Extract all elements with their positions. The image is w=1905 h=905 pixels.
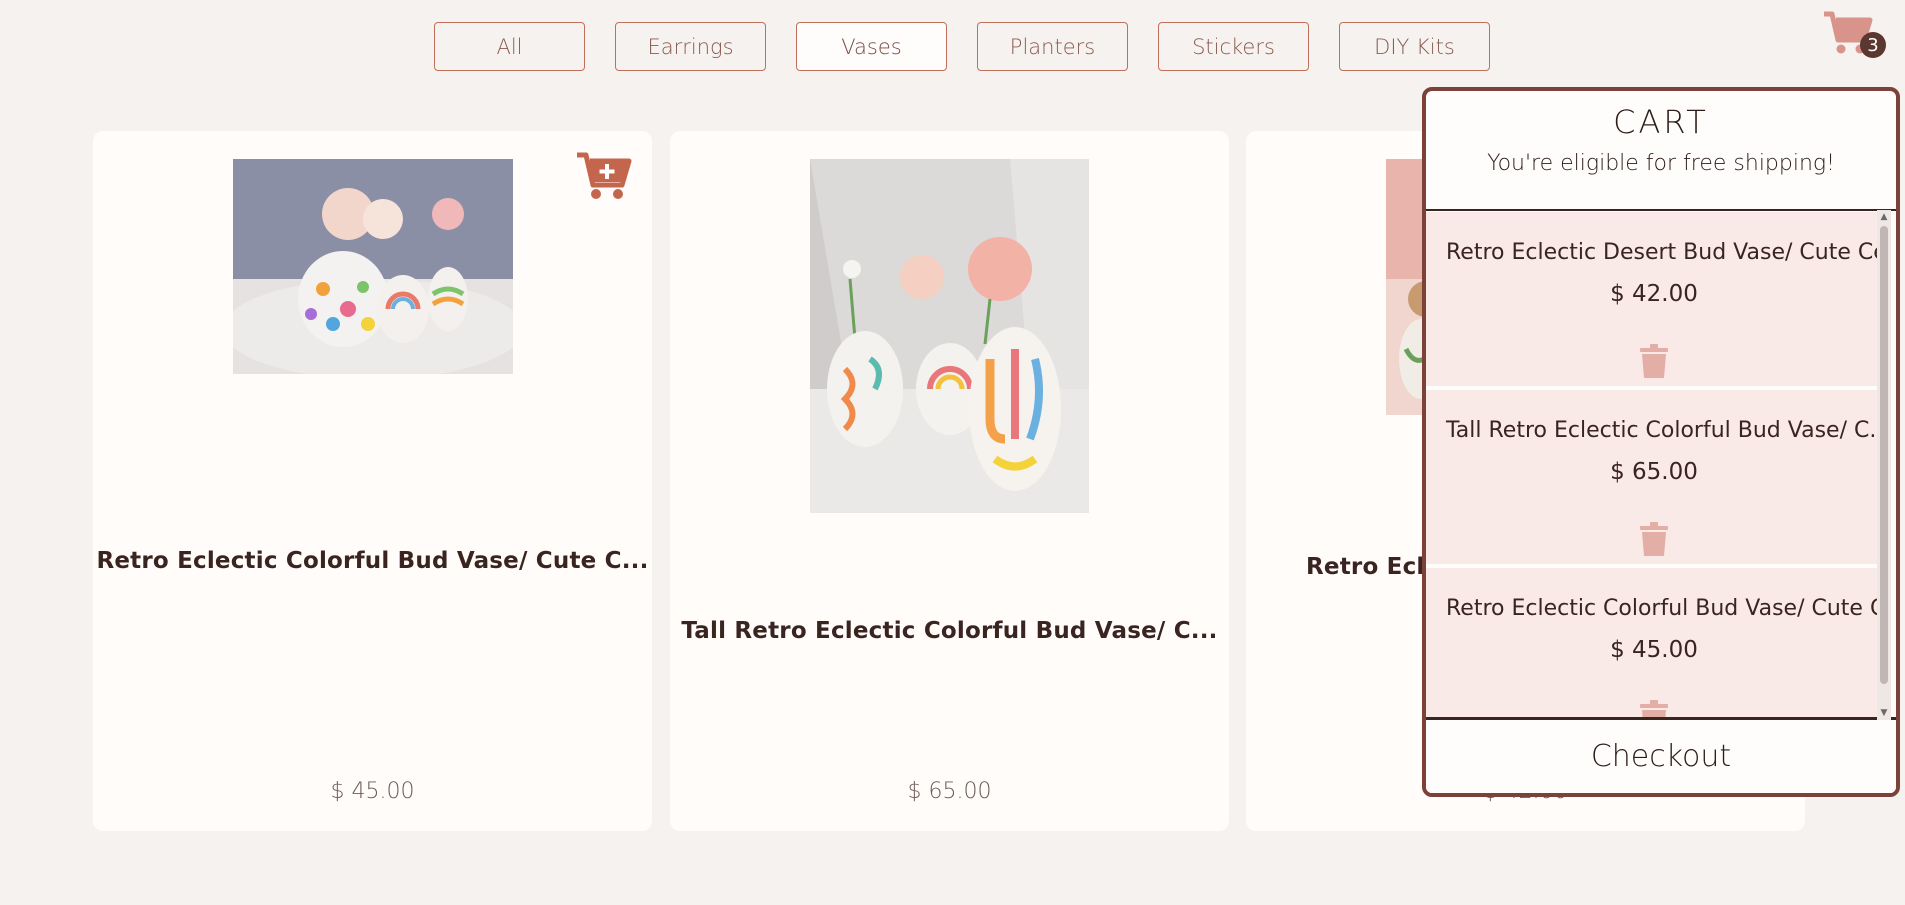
product-title[interactable]: Retro Eclectic Colorful Bud Vase/ Cute C… (93, 548, 652, 574)
cart-item-name: Tall Retro Eclectic Colorful Bud Vase/ C… (1446, 418, 1882, 443)
product-price: $ 45.00 (330, 779, 415, 804)
add-to-cart-button[interactable] (575, 149, 633, 201)
product-price: $ 65.00 (907, 779, 992, 804)
cart-item-name: Retro Eclectic Desert Bud Vase/ Cute Cer… (1446, 240, 1882, 265)
cart-item: Tall Retro Eclectic Colorful Bud Vase/ C… (1426, 390, 1882, 564)
cart-title: CART (1613, 103, 1709, 141)
product-card[interactable]: Tall Retro Eclectic Colorful Bud Vase/ C… (670, 131, 1229, 831)
cart-toggle-button[interactable]: 3 (1822, 8, 1886, 58)
filter-earrings-button[interactable]: Earrings (615, 22, 766, 71)
trash-icon[interactable] (1640, 522, 1668, 556)
trash-icon[interactable] (1640, 344, 1668, 378)
filter-planters-button[interactable]: Planters (977, 22, 1128, 71)
cart-item-price: $ 65.00 (1610, 459, 1698, 485)
cart-item-price: $ 45.00 (1610, 637, 1698, 663)
cart-item-list[interactable]: Retro Eclectic Desert Bud Vase/ Cute Cer… (1426, 212, 1882, 723)
category-filter-bar: All Earrings Vases Planters Stickers DIY… (434, 22, 1490, 71)
cart-item: Retro Eclectic Colorful Bud Vase/ Cute C… (1426, 568, 1882, 723)
cart-count-badge: 3 (1860, 32, 1886, 58)
product-image[interactable] (233, 159, 513, 374)
product-image[interactable] (810, 159, 1089, 513)
filter-vases-button[interactable]: Vases (796, 22, 947, 71)
checkout-button[interactable]: Checkout (1426, 717, 1896, 793)
cart-item: Retro Eclectic Desert Bud Vase/ Cute Cer… (1426, 212, 1882, 386)
scroll-up-icon[interactable]: ▲ (1877, 210, 1891, 224)
filter-stickers-button[interactable]: Stickers (1158, 22, 1309, 71)
cart-item-price: $ 42.00 (1610, 281, 1698, 307)
add-to-cart-icon (577, 152, 632, 199)
product-title[interactable]: Tall Retro Eclectic Colorful Bud Vase/ C… (670, 618, 1229, 644)
cart-item-name: Retro Eclectic Colorful Bud Vase/ Cute C… (1446, 596, 1882, 621)
cart-panel: CART You're eligible for free shipping! … (1422, 87, 1900, 797)
product-card[interactable]: Retro Eclectic Colorful Bud Vase/ Cute C… (93, 131, 652, 831)
scrollbar-thumb[interactable] (1880, 226, 1888, 684)
scroll-down-icon[interactable]: ▼ (1877, 706, 1891, 720)
cart-header: CART You're eligible for free shipping! (1426, 91, 1896, 211)
free-shipping-message: You're eligible for free shipping! (1487, 151, 1835, 176)
filter-all-button[interactable]: All (434, 22, 585, 71)
cart-scrollbar[interactable]: ▲ ▼ (1877, 210, 1891, 720)
filter-diy-kits-button[interactable]: DIY Kits (1339, 22, 1490, 71)
